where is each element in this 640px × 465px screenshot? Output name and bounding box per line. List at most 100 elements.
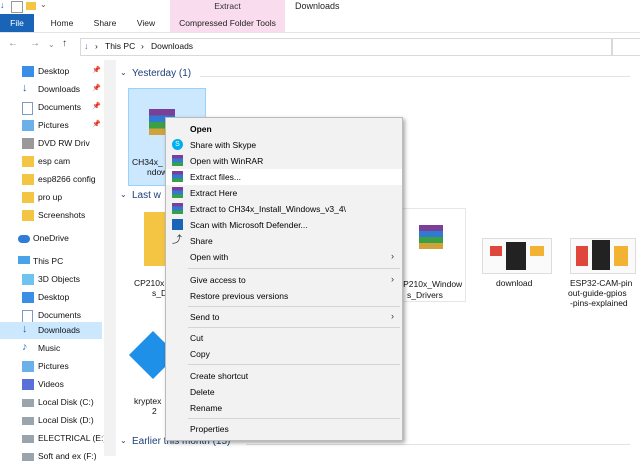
file-item-cp210x-archive[interactable]: CP210x_Window s_Drivers — [392, 208, 466, 302]
sidebar-item-soft-and-ex-f[interactable]: Soft and ex (F:) — [0, 448, 102, 465]
sidebar-item-esp-cam[interactable]: esp cam — [0, 153, 102, 170]
menu-separator — [188, 306, 400, 307]
crumb-sep: › — [141, 41, 144, 51]
menu-item-send-to[interactable]: Send to › — [166, 309, 402, 325]
crumb-this-pc[interactable]: This PC — [105, 41, 135, 51]
menu-item-delete[interactable]: Delete — [166, 384, 402, 400]
sidebar-item-electrical-e[interactable]: ELECTRICAL (E:) — [0, 430, 106, 447]
sidebar-item-pictures[interactable]: Pictures 📌 — [0, 117, 102, 134]
tab-file[interactable]: File — [0, 14, 34, 32]
menu-separator — [188, 418, 400, 419]
disk-icon — [22, 453, 34, 461]
forward-icon[interactable]: → — [30, 38, 40, 49]
menu-item-give-access-to[interactable]: Give access to › — [166, 272, 402, 288]
menu-item-rename[interactable]: Rename — [166, 400, 402, 416]
menu-item-open-with[interactable]: Open with › — [166, 249, 402, 265]
menu-item-share-with-skype[interactable]: S Share with Skype — [166, 137, 402, 153]
search-input[interactable] — [612, 38, 640, 56]
submenu-arrow-icon: › — [391, 274, 394, 284]
folder-icon — [22, 174, 34, 185]
menu-item-open[interactable]: Open — [166, 121, 402, 137]
menu-item-create-shortcut[interactable]: Create shortcut — [166, 368, 402, 384]
ribbon-tabs: File Home Share View Compressed Folder T… — [0, 14, 640, 33]
menu-item-copy[interactable]: Copy — [166, 346, 402, 362]
disk-icon — [22, 399, 34, 407]
menu-item-extract-here[interactable]: Extract Here — [166, 185, 402, 201]
tab-view[interactable]: View — [128, 14, 164, 32]
menu-item-open-with-winrar[interactable]: Open with WinRAR — [166, 153, 402, 169]
submenu-arrow-icon: › — [391, 251, 394, 261]
crumb-downloads[interactable]: Downloads — [151, 41, 193, 51]
thumbnail-detail — [576, 246, 588, 266]
downloads-location-icon: ↓ — [84, 41, 89, 51]
navigation-pane: Desktop 📌 ↓ Downloads 📌 Documents 📌 Pict… — [0, 60, 106, 461]
sidebar-item-downloads[interactable]: ↓ Downloads 📌 — [0, 81, 102, 98]
music-icon: ♪ — [22, 341, 28, 353]
documents-icon — [22, 102, 33, 115]
sidebar-item-documents[interactable]: Documents 📌 — [0, 99, 102, 116]
sidebar-item-dvd-rw-drive[interactable]: DVD RW Driv — [0, 135, 102, 152]
sidebar-item-onedrive[interactable]: OneDrive — [0, 230, 102, 247]
address-bar[interactable]: ↓ › This PC › Downloads — [80, 38, 612, 56]
properties-quick-icon[interactable] — [11, 1, 23, 13]
sidebar-item-desktop-pc[interactable]: Desktop — [0, 289, 102, 306]
menu-item-properties[interactable]: Properties — [166, 421, 402, 437]
winrar-icon — [172, 155, 183, 166]
sidebar-item-videos[interactable]: Videos — [0, 376, 102, 393]
disk-icon — [22, 435, 34, 443]
menu-separator — [188, 268, 400, 269]
onedrive-icon — [18, 235, 30, 243]
sidebar-item-screenshots[interactable]: Screenshots — [0, 207, 102, 224]
tab-home[interactable]: Home — [44, 14, 80, 32]
winrar-icon — [172, 203, 183, 214]
recent-locations-icon[interactable]: ⌄ — [48, 40, 55, 49]
sidebar-item-downloads-pc[interactable]: ↓ Downloads — [0, 322, 102, 339]
menu-item-extract-files[interactable]: Extract files... — [166, 169, 402, 185]
tab-share[interactable]: Share — [86, 14, 124, 32]
sidebar-item-local-disk-c[interactable]: Local Disk (C:) — [0, 394, 102, 411]
menu-item-scan-with-defender[interactable]: Scan with Microsoft Defender... — [166, 217, 402, 233]
context-menu: Open S Share with Skype Open with WinRAR… — [165, 117, 403, 441]
thumbnail-detail — [592, 240, 610, 270]
sidebar-item-desktop[interactable]: Desktop 📌 — [0, 63, 102, 80]
menu-item-restore-previous-versions[interactable]: Restore previous versions — [166, 288, 402, 304]
new-folder-quick-icon[interactable] — [26, 2, 36, 10]
winrar-icon — [172, 171, 183, 182]
file-item-download[interactable]: download — [480, 210, 554, 295]
menu-item-share[interactable]: ⤴ Share — [166, 233, 402, 249]
sidebar-item-pictures-pc[interactable]: Pictures — [0, 358, 102, 375]
sidebar-item-local-disk-d[interactable]: Local Disk (D:) — [0, 412, 102, 429]
tab-compressed-folder-tools[interactable]: Compressed Folder Tools — [170, 14, 285, 32]
customize-toolbar-icon[interactable]: ⌄ — [40, 0, 47, 9]
pictures-icon — [22, 361, 34, 372]
group-divider — [200, 76, 630, 77]
group-header-yesterday[interactable]: Yesterday (1) — [132, 68, 191, 79]
thumbnail-detail — [506, 242, 526, 270]
folder-icon — [22, 210, 34, 221]
window-title: Downloads — [295, 1, 340, 11]
menu-item-cut[interactable]: Cut — [166, 330, 402, 346]
download-icon: ↓ — [22, 323, 28, 335]
up-icon[interactable]: ↑ — [62, 38, 67, 49]
crumb-sep: › — [95, 41, 98, 51]
sidebar-item-3d-objects[interactable]: 3D Objects — [0, 271, 102, 288]
sidebar-scrollbar[interactable] — [104, 60, 116, 456]
sidebar-item-this-pc[interactable]: This PC — [0, 253, 102, 270]
folder-icon — [22, 156, 34, 167]
sidebar-item-esp8266-config[interactable]: esp8266 config — [0, 171, 102, 188]
dvd-icon — [22, 138, 34, 149]
sidebar-item-music[interactable]: ♪ Music — [0, 340, 102, 357]
sidebar-item-pro-up[interactable]: pro up — [0, 189, 102, 206]
file-item-esp32-cam[interactable]: ESP32-CAM-pin out-guide-gpios -pins-expl… — [568, 210, 640, 310]
collapse-icon[interactable]: ⌄ — [120, 190, 127, 199]
disk-icon — [22, 417, 34, 425]
group-header-last-week[interactable]: Last w — [132, 190, 161, 201]
collapse-icon[interactable]: ⌄ — [120, 436, 127, 445]
menu-item-extract-to-folder[interactable]: Extract to CH34x_Install_Windows_v3_4\ — [166, 201, 402, 217]
collapse-icon[interactable]: ⌄ — [120, 68, 127, 77]
group-divider — [246, 444, 630, 445]
winrar-archive-icon — [419, 225, 443, 249]
quick-access-down-icon[interactable]: ↓ — [0, 0, 5, 10]
back-icon[interactable]: ← — [8, 38, 18, 49]
pin-icon: 📌 — [92, 67, 101, 74]
